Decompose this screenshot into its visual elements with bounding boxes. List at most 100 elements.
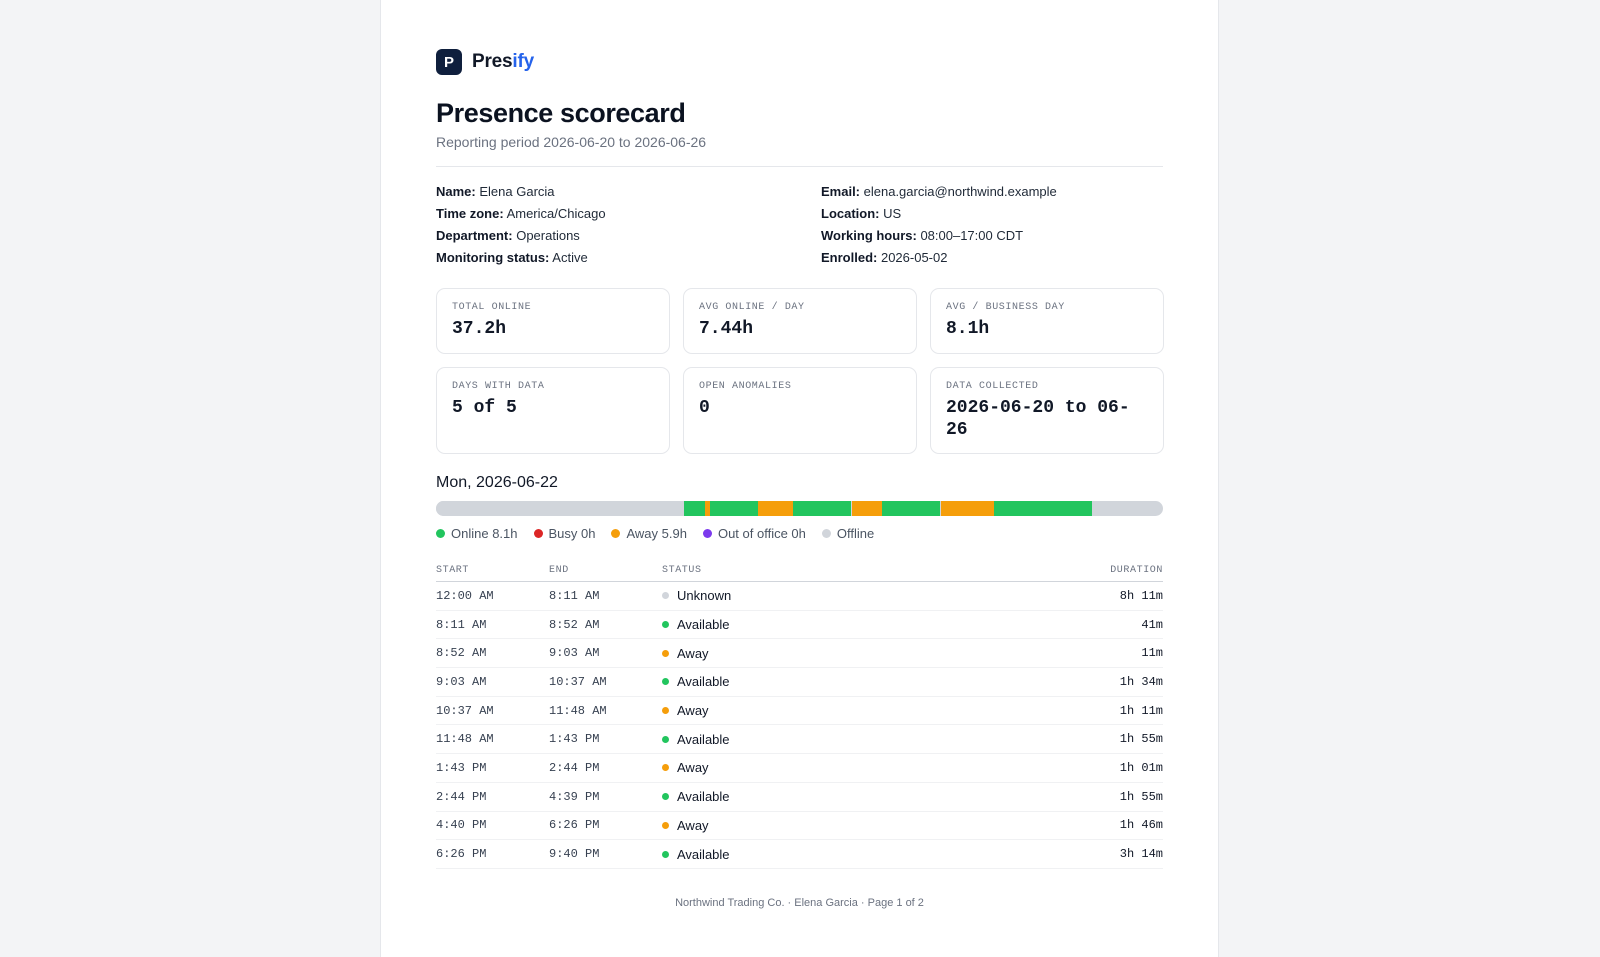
cell-status: Available bbox=[662, 732, 1043, 747]
card-value: 5 of 5 bbox=[452, 398, 517, 418]
card-label: Avg online / day bbox=[699, 302, 805, 313]
timeline-segment bbox=[436, 501, 684, 516]
col-start-header: Start bbox=[436, 565, 470, 576]
status-label: Available bbox=[677, 731, 730, 747]
legend-dot-icon bbox=[702, 529, 712, 538]
cell-status: Unknown bbox=[662, 588, 1043, 603]
cell-start: 8:52 AM bbox=[436, 646, 487, 661]
cell-duration: 41m bbox=[1141, 617, 1163, 632]
status-label: Available bbox=[677, 846, 730, 862]
info-value: America/Chicago bbox=[506, 206, 606, 221]
status-dot-icon bbox=[662, 821, 669, 829]
status-dot-icon bbox=[662, 707, 669, 715]
info-name: Name: Elena Garcia bbox=[436, 184, 821, 199]
info-label: Time zone: bbox=[436, 206, 504, 221]
status-label: Unknown bbox=[677, 588, 732, 604]
cell-duration: 1h 11m bbox=[1119, 703, 1163, 718]
cell-end: 8:11 AM bbox=[549, 588, 600, 603]
legend-label: Busy 0h bbox=[548, 526, 596, 541]
cell-start: 12:00 AM bbox=[436, 588, 494, 603]
status-label: Away bbox=[677, 645, 709, 661]
page-footer: Northwind Trading Co. · Elena Garcia · P… bbox=[675, 897, 924, 909]
cell-end: 10:37 AM bbox=[549, 674, 607, 689]
cell-status: Available bbox=[662, 789, 1043, 804]
status-dot-icon bbox=[662, 764, 669, 772]
timeline-segment bbox=[793, 501, 852, 516]
info-value: 08:00–17:00 CDT bbox=[920, 228, 1024, 243]
timeline-segment bbox=[757, 501, 794, 516]
legend-label: Away 5.9h bbox=[626, 526, 687, 541]
timeline-segment bbox=[940, 501, 995, 516]
status-dot-icon bbox=[662, 850, 669, 858]
cell-status: Away bbox=[662, 703, 1043, 718]
timeline-legend: Online 8.1h Busy 0h Away 5.9h Out of office… bbox=[436, 526, 874, 541]
status-label: Away bbox=[677, 703, 709, 719]
col-end-header: End bbox=[549, 565, 569, 576]
timeline-segment bbox=[683, 501, 705, 516]
card-avg-business-day: Avg / business day 8.1h bbox=[930, 288, 1164, 354]
cell-start: 2:44 PM bbox=[436, 789, 487, 804]
status-dot-icon bbox=[662, 649, 669, 657]
cell-end: 6:26 PM bbox=[549, 818, 600, 833]
cell-status: Away bbox=[662, 646, 1043, 661]
brand-name-part2: ify bbox=[512, 51, 534, 72]
table-row: 8:52 AM 9:03 AM Away 11m bbox=[436, 639, 1163, 669]
card-avg-online-day: Avg online / day 7.44h bbox=[683, 288, 917, 354]
cell-start: 4:40 PM bbox=[436, 818, 487, 833]
card-value: 8.1h bbox=[946, 319, 990, 339]
employee-info: Name: Elena Garcia Email: elena.garcia@n… bbox=[436, 184, 1163, 265]
card-value: 0 bbox=[699, 398, 710, 418]
info-enrolled: Enrolled: 2026-05-02 bbox=[821, 250, 1163, 265]
legend-item: Away 5.9h bbox=[611, 526, 687, 541]
brand-name: Presify bbox=[472, 51, 534, 73]
cell-duration: 1h 55m bbox=[1119, 789, 1163, 804]
day-title: Mon, 2026-06-22 bbox=[436, 474, 558, 491]
info-location: Location: US bbox=[821, 206, 1163, 221]
metric-cards: Total online 37.2h Avg online / day 7.44… bbox=[436, 288, 1164, 454]
legend-label: Offline bbox=[836, 526, 875, 541]
legend-dot-icon bbox=[821, 529, 831, 538]
cell-end: 4:39 PM bbox=[549, 789, 600, 804]
card-label: Open anomalies bbox=[699, 381, 792, 392]
info-monitoring-status: Monitoring status: Active bbox=[436, 250, 821, 265]
legend-item: Out of office 0h bbox=[702, 526, 806, 541]
cell-status: Available bbox=[662, 617, 1043, 632]
info-label: Location: bbox=[821, 206, 880, 221]
legend-label: Online 8.1h bbox=[451, 526, 518, 541]
col-duration-header: Duration bbox=[1110, 565, 1163, 576]
info-label: Monitoring status: bbox=[436, 250, 550, 265]
status-dot-icon bbox=[662, 592, 669, 600]
card-data-collected: Data collected 2026-06-20 to 06-26 bbox=[930, 367, 1164, 454]
card-value: 37.2h bbox=[452, 319, 507, 339]
reporting-period: Reporting period 2026-06-20 to 2026-06-2… bbox=[436, 134, 707, 150]
status-label: Available bbox=[677, 617, 730, 633]
legend-item: Online 8.1h bbox=[436, 526, 518, 541]
info-value: Active bbox=[552, 250, 588, 265]
table-row: 9:03 AM 10:37 AM Available 1h 34m bbox=[436, 668, 1163, 697]
card-label: Days with data bbox=[452, 381, 545, 392]
cell-duration: 3h 14m bbox=[1119, 847, 1163, 862]
status-label: Away bbox=[677, 760, 709, 776]
info-label: Email: bbox=[821, 184, 861, 199]
cell-start: 10:37 AM bbox=[436, 703, 494, 718]
timeline-segment bbox=[994, 501, 1093, 516]
cell-start: 8:11 AM bbox=[436, 617, 487, 632]
cell-start: 9:03 AM bbox=[436, 674, 487, 689]
cell-end: 8:52 AM bbox=[549, 617, 600, 632]
cell-end: 11:48 AM bbox=[549, 703, 607, 718]
page-title: Presence scorecard bbox=[436, 98, 686, 128]
info-value: Operations bbox=[516, 228, 580, 243]
legend-label: Out of office 0h bbox=[717, 526, 806, 541]
card-open-anomalies: Open anomalies 0 bbox=[683, 367, 917, 454]
cell-end: 2:44 PM bbox=[549, 760, 600, 775]
brand-logo-icon: P bbox=[436, 49, 462, 75]
table-row: 11:48 AM 1:43 PM Available 1h 55m bbox=[436, 725, 1163, 755]
card-days-with-data: Days with data 5 of 5 bbox=[436, 367, 670, 454]
info-timezone: Time zone: America/Chicago bbox=[436, 206, 821, 221]
card-value: 2026-06-20 to 06-26 bbox=[946, 398, 1130, 440]
cell-status: Available bbox=[662, 847, 1043, 862]
cell-duration: 1h 55m bbox=[1119, 732, 1163, 747]
table-row: 10:37 AM 11:48 AM Away 1h 11m bbox=[436, 697, 1163, 726]
cell-duration: 8h 11m bbox=[1119, 588, 1163, 603]
status-table: Start End Status Duration 12:00 AM 8:11 A… bbox=[436, 560, 1163, 869]
